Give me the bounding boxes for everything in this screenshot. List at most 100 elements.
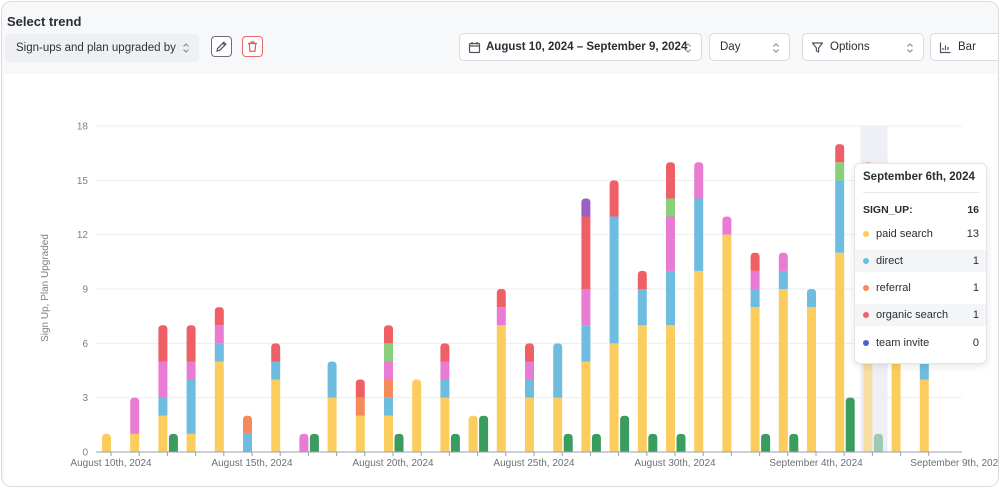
bar-segment-social <box>496 307 506 326</box>
tooltip-row-value: 1 <box>972 255 979 267</box>
bar-segment-paid-search <box>468 415 478 452</box>
bar-segment-direct <box>186 379 196 434</box>
date-range-picker[interactable]: August 10, 2024 – September 9, 2024 <box>459 33 702 61</box>
bar-segment-paid-search <box>891 361 901 452</box>
tooltip-row-value: 0 <box>972 337 979 349</box>
options-select[interactable]: Options <box>802 33 924 61</box>
bar-segment-referral <box>384 379 393 398</box>
trend-select[interactable]: Sign-ups and plan upgraded by <box>5 34 199 62</box>
legend-dot <box>863 340 869 346</box>
chart-type-select[interactable]: Bar <box>930 33 998 61</box>
bar-plan-upgraded <box>845 397 855 452</box>
bar-segment-paid-search <box>778 289 788 452</box>
bar-segment-direct <box>553 343 563 398</box>
bar-segment-social <box>130 397 140 434</box>
bar-plan-upgraded <box>309 433 319 452</box>
bar-segment-organic-search <box>355 379 365 398</box>
bar-segment-direct <box>384 397 393 416</box>
y-tick-label: 18 <box>77 122 89 133</box>
bar-plan-upgraded <box>591 433 601 452</box>
x-tick-label: August 15th, 2024 <box>211 458 293 469</box>
tooltip-row: direct 1 <box>855 250 986 272</box>
bar-plan-upgraded <box>648 433 658 452</box>
edit-trend-button[interactable] <box>211 36 232 57</box>
bar-segment-social <box>581 289 591 326</box>
bar-segment-paid-search <box>271 379 281 452</box>
chart-tooltip: September 6th, 2024 SIGN_UP: 16 paid sea… <box>854 163 987 364</box>
bar-segment-direct <box>609 216 619 344</box>
calendar-icon <box>468 42 481 54</box>
grid: 0 3 6 9 12 15 18 <box>77 122 962 459</box>
bar-segment-social <box>722 216 732 235</box>
bar-plan-upgraded <box>168 433 178 452</box>
tooltip-row: organic search 1 <box>855 304 986 326</box>
bar-segment-social <box>299 433 309 452</box>
tooltip-row: team invite 0 <box>855 332 986 354</box>
bar-segment-organic-search <box>214 307 224 326</box>
bar-segment-organic-search <box>750 252 760 271</box>
y-tick-label: 6 <box>82 339 88 350</box>
bar-segment-paid-search <box>496 325 506 452</box>
bar-segment-direct <box>807 289 816 308</box>
tooltip-row: referral 1 <box>855 277 986 299</box>
legend-dot <box>863 312 869 318</box>
bar-plan-upgraded <box>789 433 799 452</box>
tooltip-divider <box>863 192 979 193</box>
bar-segment-direct <box>158 397 168 416</box>
chevron-updown-icon <box>183 43 189 53</box>
bar-segment-paid-search <box>637 325 647 452</box>
bar-segment-organic-search <box>609 180 619 217</box>
x-tick-label: August 25th, 2024 <box>493 458 575 469</box>
tooltip-series-label: SIGN_UP: <box>863 204 913 216</box>
y-axis-label: Sign Up, Plan Upgraded <box>40 234 51 342</box>
bar-segment-organic-search <box>581 216 591 289</box>
bar-segment-organic-search <box>525 343 534 362</box>
bar-segment-paid-search <box>666 325 675 452</box>
bar-segment-paid-search <box>440 397 450 452</box>
bar-segment-paid-search <box>609 343 619 452</box>
bar-chart-icon <box>939 42 951 54</box>
bar-segment-organic-search <box>384 325 393 344</box>
bar-segment-referral <box>355 397 365 416</box>
tooltip-row-label: paid search <box>876 228 933 240</box>
bar-segment-direct <box>637 289 647 326</box>
bar-segment-paid-search <box>525 397 534 452</box>
bar-segment-direct <box>778 270 788 289</box>
y-tick-label: 12 <box>77 230 89 241</box>
bar-segment-social <box>666 216 675 271</box>
chevron-updown-icon <box>685 43 691 53</box>
legend-dot <box>863 231 869 237</box>
trend-chart[interactable]: 0 3 6 9 12 15 18 August 10th, 2024 August 15th,… <box>4 74 999 487</box>
bar-segment-social <box>750 270 760 289</box>
toolbar: Sign-ups and plan upgraded by August 10,… <box>2 32 998 62</box>
bars <box>102 144 929 452</box>
bar-segment-direct <box>271 361 281 380</box>
bar-segment-direct <box>440 379 450 398</box>
bar-segment-organic-search <box>440 343 450 362</box>
bar-plan-upgraded <box>450 433 460 452</box>
x-tick-label: August 20th, 2024 <box>352 458 434 469</box>
tooltip-row: paid search 13 <box>855 223 986 245</box>
tooltip-row-label: team invite <box>876 337 930 349</box>
bar-segment-organic-search <box>271 343 281 362</box>
bar-plan-upgraded <box>620 415 630 452</box>
bar-segment-paid-search <box>102 433 111 452</box>
bar-segment-paid-search <box>722 234 732 452</box>
bar-segment-direct <box>214 343 224 362</box>
bar-plan-upgraded <box>563 433 573 452</box>
bar-segment-organic-search <box>835 144 845 163</box>
interval-select[interactable]: Day <box>709 33 790 61</box>
bar-segment-social <box>525 361 534 380</box>
panel-title: Select trend <box>7 14 82 29</box>
bar-segment-direct <box>525 379 534 398</box>
bar-segment-paid-search <box>355 415 365 452</box>
bar-segment-email <box>835 162 845 181</box>
bar-segment-social <box>440 361 450 380</box>
interval-label: Day <box>720 41 741 53</box>
tooltip-title: September 6th, 2024 <box>863 171 975 183</box>
bar-plan-upgraded <box>676 433 686 452</box>
x-tick-label: August 30th, 2024 <box>634 458 716 469</box>
bar-segment-paid-search <box>750 307 760 452</box>
tooltip-row-value: 1 <box>972 309 979 321</box>
delete-trend-button[interactable] <box>242 36 263 57</box>
